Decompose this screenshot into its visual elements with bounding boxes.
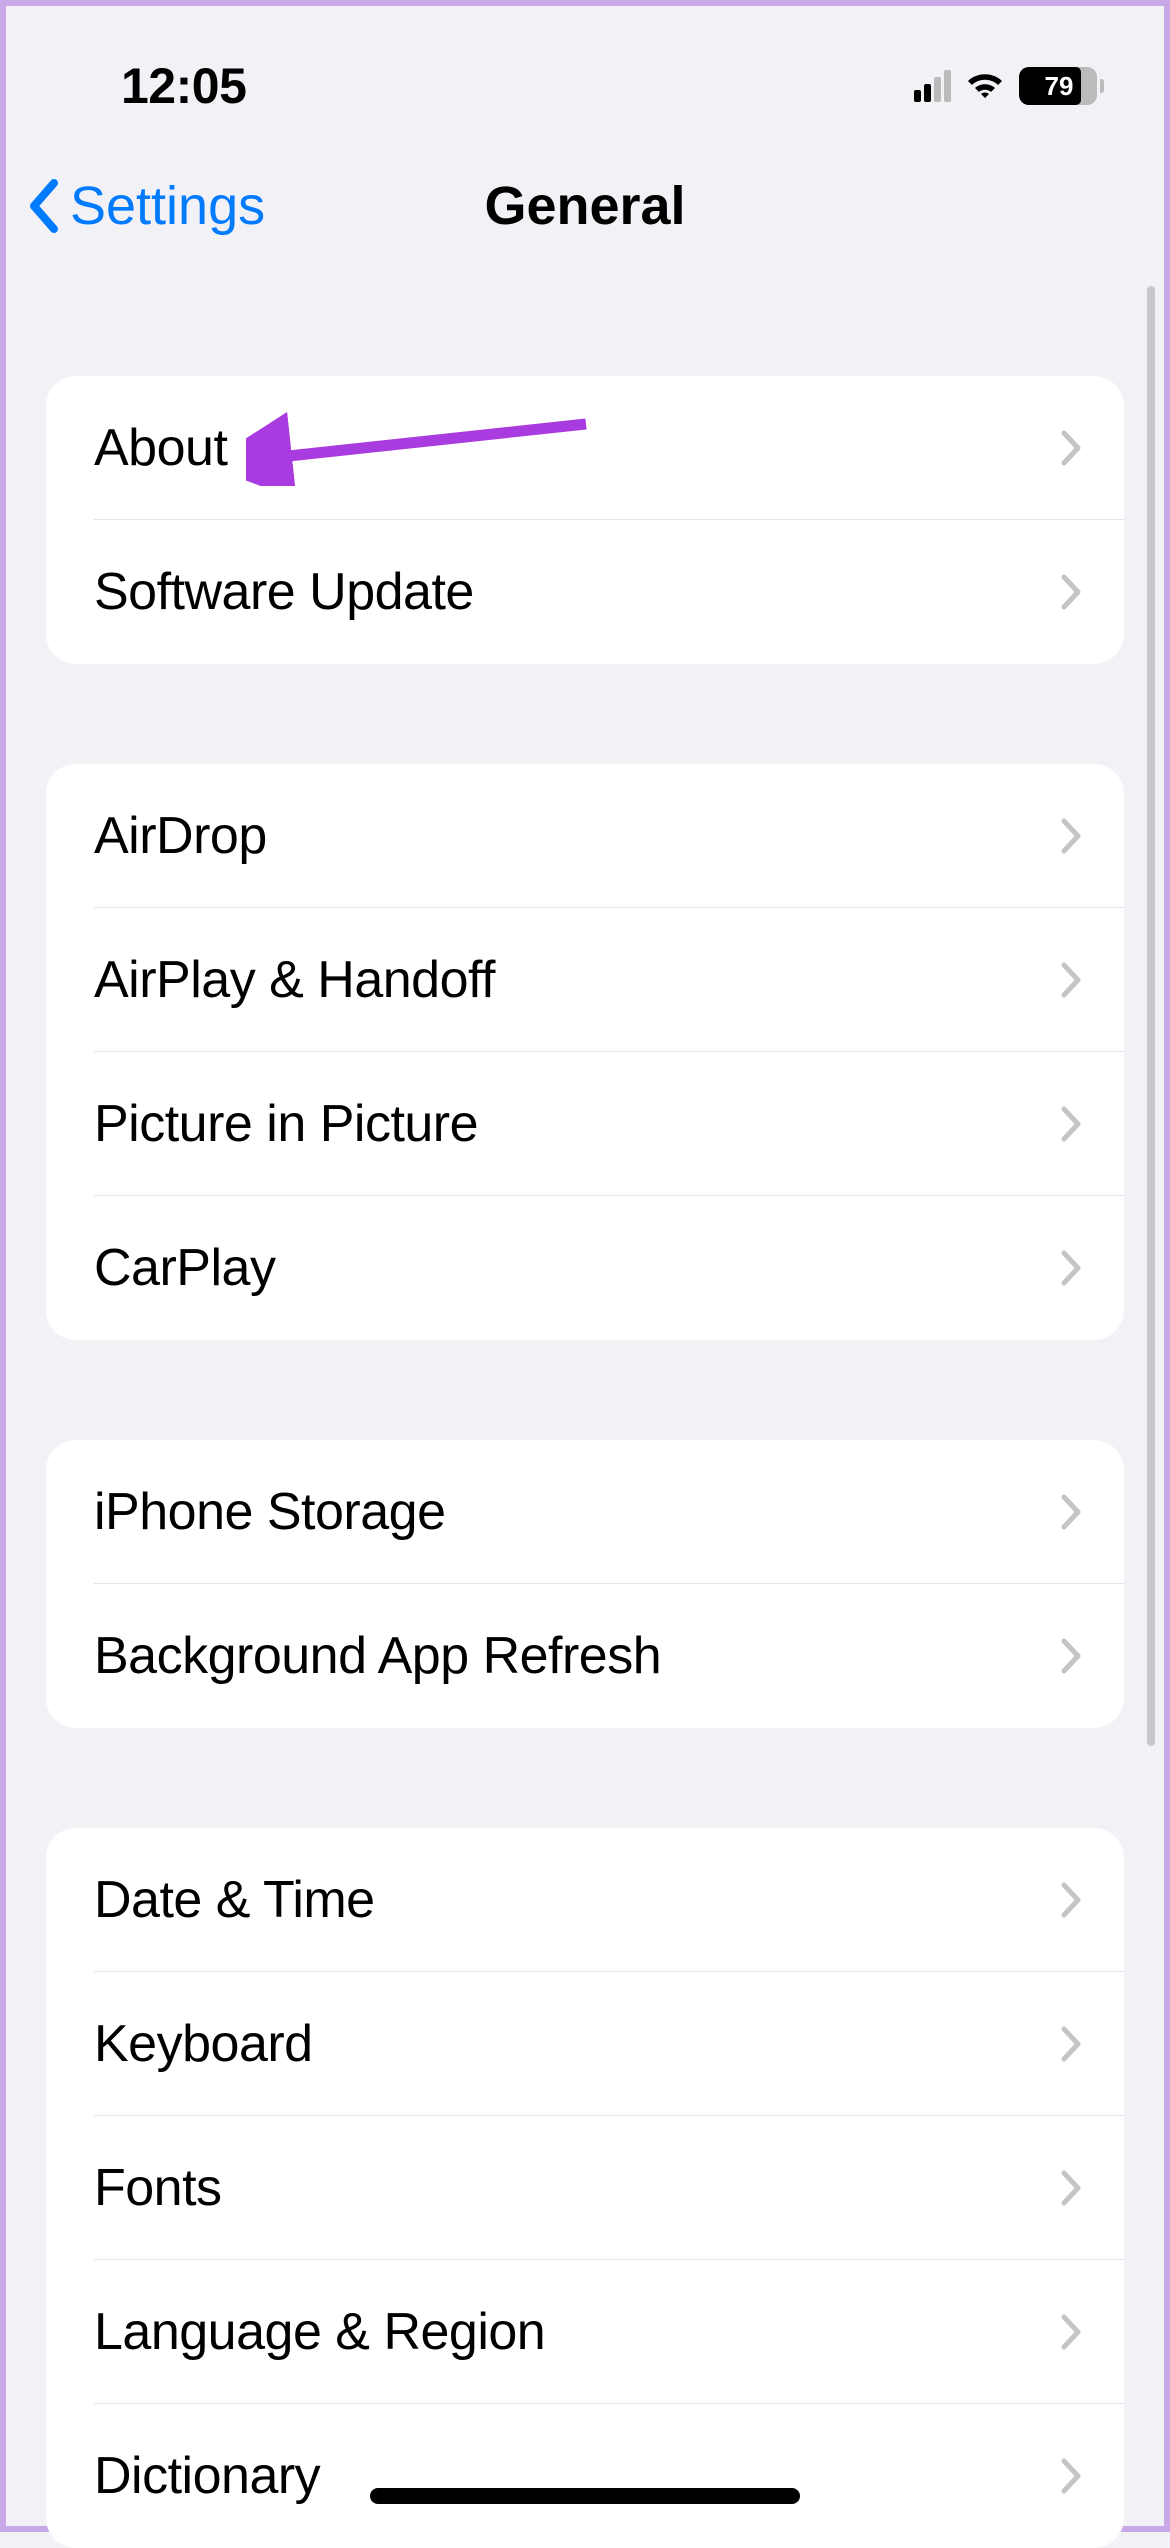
- chevron-right-icon: [1060, 1249, 1082, 1287]
- row-label: AirPlay & Handoff: [94, 950, 495, 1010]
- row-dictionary[interactable]: Dictionary: [46, 2404, 1124, 2548]
- row-label: Dictionary: [94, 2446, 320, 2506]
- chevron-right-icon: [1060, 2169, 1082, 2207]
- row-about[interactable]: About: [46, 376, 1124, 520]
- battery-icon: 79: [1019, 67, 1104, 105]
- chevron-right-icon: [1060, 1493, 1082, 1531]
- battery-percent: 79: [1019, 71, 1097, 102]
- chevron-right-icon: [1060, 961, 1082, 999]
- chevron-left-icon: [26, 179, 62, 233]
- row-date-time[interactable]: Date & Time: [46, 1828, 1124, 1972]
- chevron-right-icon: [1060, 1105, 1082, 1143]
- chevron-right-icon: [1060, 2313, 1082, 2351]
- chevron-right-icon: [1060, 2457, 1082, 2495]
- row-label: Date & Time: [94, 1870, 375, 1930]
- chevron-right-icon: [1060, 817, 1082, 855]
- settings-group: iPhone Storage Background App Refresh: [46, 1440, 1124, 1728]
- cellular-signal-icon: [914, 70, 951, 102]
- row-label: Software Update: [94, 562, 474, 622]
- row-label: About: [94, 418, 227, 478]
- wifi-icon: [963, 70, 1007, 102]
- scrollbar[interactable]: [1147, 286, 1155, 1746]
- row-label: iPhone Storage: [94, 1482, 446, 1542]
- row-airdrop[interactable]: AirDrop: [46, 764, 1124, 908]
- status-time: 12:05: [121, 57, 246, 115]
- back-label: Settings: [70, 175, 265, 237]
- chevron-right-icon: [1060, 429, 1082, 467]
- row-label: CarPlay: [94, 1238, 275, 1298]
- settings-content: About Software Update AirDrop AirPlay & …: [6, 376, 1164, 2548]
- row-iphone-storage[interactable]: iPhone Storage: [46, 1440, 1124, 1584]
- status-indicators: 79: [914, 67, 1114, 105]
- row-label: Fonts: [94, 2158, 222, 2218]
- status-bar: 12:05 79: [6, 6, 1164, 136]
- back-button[interactable]: Settings: [26, 175, 265, 237]
- chevron-right-icon: [1060, 2025, 1082, 2063]
- row-keyboard[interactable]: Keyboard: [46, 1972, 1124, 2116]
- row-airplay-handoff[interactable]: AirPlay & Handoff: [46, 908, 1124, 1052]
- row-label: Picture in Picture: [94, 1094, 478, 1154]
- row-label: AirDrop: [94, 806, 267, 866]
- row-carplay[interactable]: CarPlay: [46, 1196, 1124, 1340]
- settings-group: Date & Time Keyboard Fonts Language & Re…: [46, 1828, 1124, 2548]
- page-title: General: [484, 175, 685, 237]
- row-picture-in-picture[interactable]: Picture in Picture: [46, 1052, 1124, 1196]
- chevron-right-icon: [1060, 1881, 1082, 1919]
- row-label: Keyboard: [94, 2014, 313, 2074]
- row-fonts[interactable]: Fonts: [46, 2116, 1124, 2260]
- home-indicator[interactable]: [370, 2488, 800, 2504]
- row-label: Language & Region: [94, 2302, 545, 2362]
- chevron-right-icon: [1060, 1637, 1082, 1675]
- row-software-update[interactable]: Software Update: [46, 520, 1124, 664]
- row-language-region[interactable]: Language & Region: [46, 2260, 1124, 2404]
- chevron-right-icon: [1060, 573, 1082, 611]
- navigation-bar: Settings General: [6, 136, 1164, 276]
- settings-group: AirDrop AirPlay & Handoff Picture in Pic…: [46, 764, 1124, 1340]
- row-label: Background App Refresh: [94, 1626, 661, 1686]
- settings-group: About Software Update: [46, 376, 1124, 664]
- row-background-app-refresh[interactable]: Background App Refresh: [46, 1584, 1124, 1728]
